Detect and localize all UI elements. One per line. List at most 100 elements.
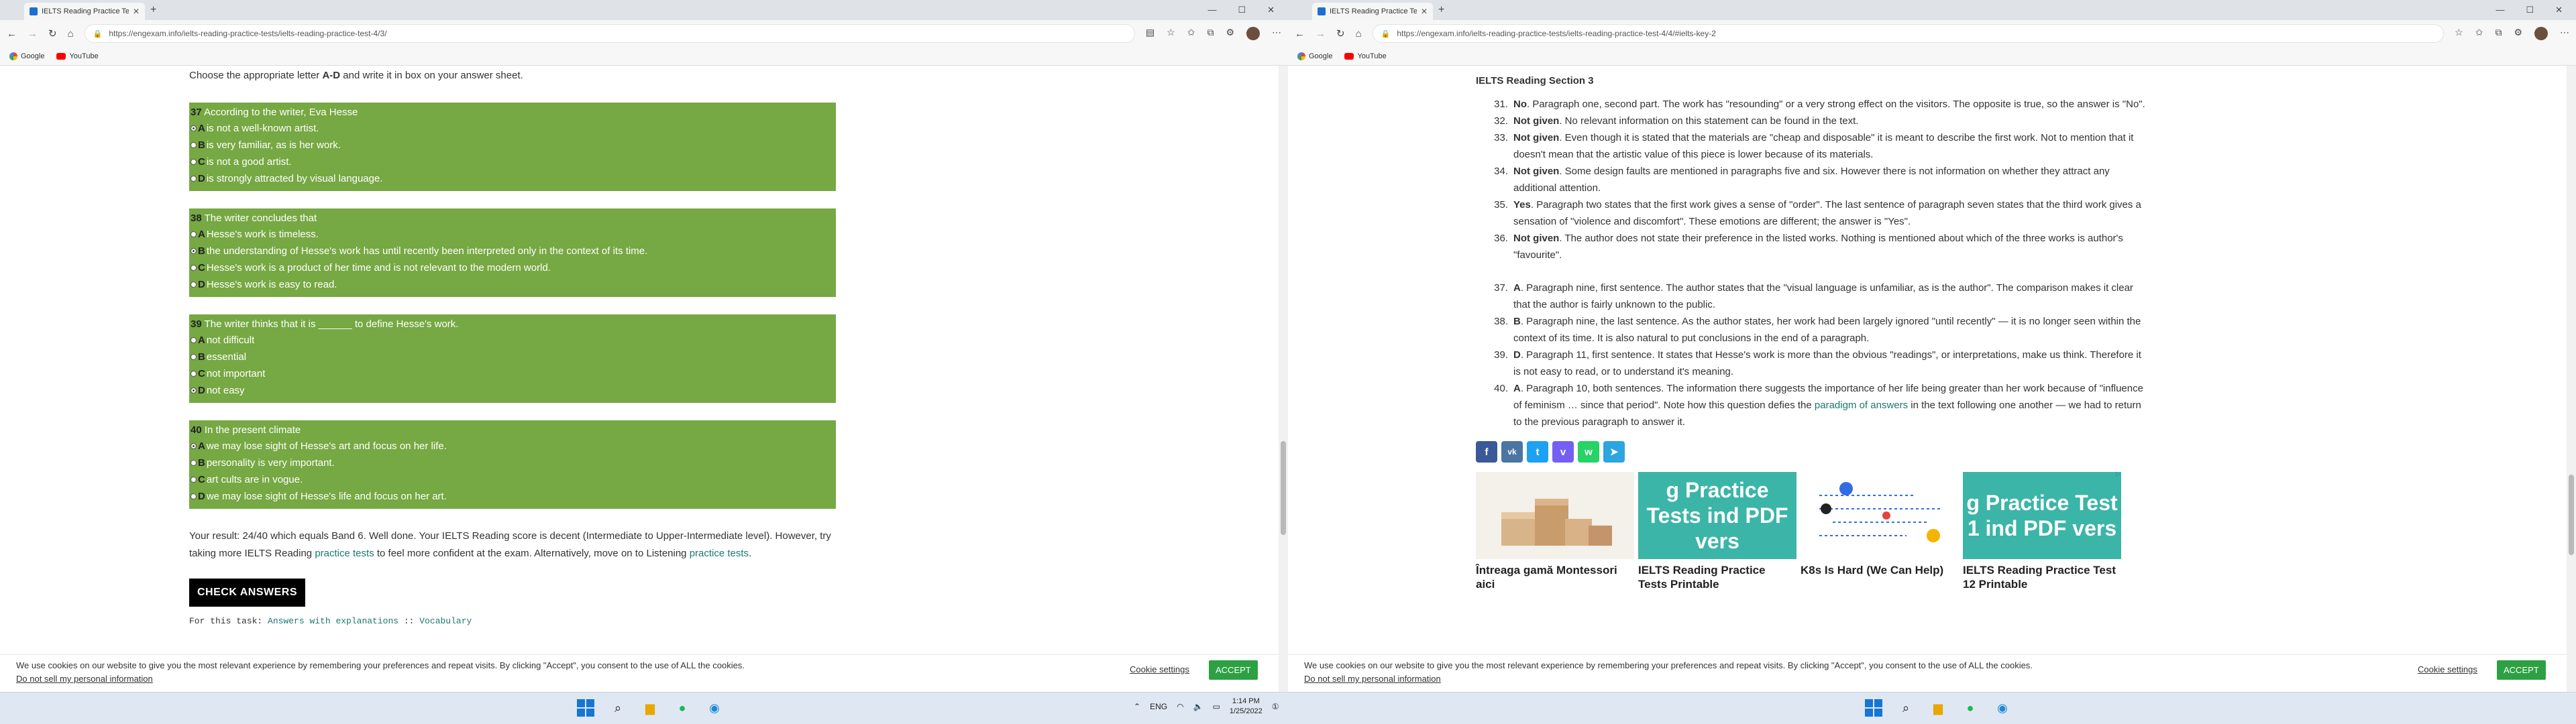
accept-button[interactable]: ACCEPT: [1209, 660, 1258, 680]
scrollbar[interactable]: [2567, 66, 2576, 692]
new-tab-icon[interactable]: +: [1438, 4, 1444, 16]
file-explorer-icon[interactable]: ▆: [641, 699, 659, 717]
answer-option[interactable]: A we may lose sight of Hesse's art and f…: [191, 438, 835, 455]
answer-option[interactable]: A not difficult: [191, 332, 835, 349]
scrollbar[interactable]: [1279, 66, 1288, 692]
answer-option[interactable]: C Hesse's work is a product of her time …: [191, 259, 835, 276]
answer-option[interactable]: B personality is very important.: [191, 455, 835, 471]
do-not-sell-link[interactable]: Do not sell my personal information: [16, 672, 861, 686]
telegram-icon[interactable]: ➤: [1603, 441, 1625, 463]
minimize-icon[interactable]: —: [2496, 5, 2504, 15]
back-icon[interactable]: ←: [7, 28, 17, 40]
close-tab-icon[interactable]: ✕: [1421, 7, 1428, 16]
browser-tab[interactable]: IELTS Reading Practice Test 4 - E... ✕: [1312, 3, 1433, 20]
answer-option[interactable]: C not important: [191, 365, 835, 382]
start-button[interactable]: [577, 699, 594, 717]
battery-icon[interactable]: ▭: [1213, 702, 1220, 711]
answer-option[interactable]: C art cults are in vogue.: [191, 471, 835, 488]
browser-tab[interactable]: IELTS Reading Practice Test 4 - E... ✕: [24, 3, 145, 20]
answer-option[interactable]: D Hesse's work is easy to read.: [191, 276, 835, 293]
answer-option[interactable]: B is very familiar, as is her work.: [191, 137, 835, 154]
radio-button[interactable]: [191, 460, 197, 466]
twitter-icon[interactable]: t: [1527, 441, 1548, 463]
paradigm-of-answers-link[interactable]: paradigm of answers: [1815, 400, 1908, 411]
bookmark-google[interactable]: Google: [1297, 52, 1332, 60]
edge-icon[interactable]: ◉: [1994, 699, 2011, 717]
clock[interactable]: 1:14 PM 1/25/2022: [1230, 697, 1263, 717]
scrollbar-thumb[interactable]: [1281, 441, 1286, 535]
home-icon[interactable]: ⌂: [68, 28, 74, 40]
reader-view-icon[interactable]: ▤: [1146, 27, 1155, 40]
language-indicator[interactable]: ENG: [1150, 702, 1167, 711]
answer-option[interactable]: A Hesse's work is timeless.: [191, 226, 835, 243]
practice-tests-link[interactable]: practice tests: [315, 548, 374, 559]
listening-practice-tests-link[interactable]: practice tests: [690, 548, 749, 559]
answer-option[interactable]: C is not a good artist.: [191, 154, 835, 170]
scrollbar-thumb[interactable]: [2569, 475, 2574, 555]
answers-explanations-link[interactable]: Answers with explanations: [268, 616, 398, 626]
more-menu-icon[interactable]: ⋯: [2560, 27, 2569, 40]
more-menu-icon[interactable]: ⋯: [1272, 27, 1281, 40]
vk-icon[interactable]: vk: [1501, 441, 1523, 463]
extensions-icon[interactable]: ⚙: [1226, 27, 1234, 40]
cookie-settings-link[interactable]: Cookie settings: [1130, 664, 1189, 674]
cookie-settings-link[interactable]: Cookie settings: [2418, 664, 2477, 674]
close-window-icon[interactable]: ✕: [1267, 5, 1275, 15]
close-window-icon[interactable]: ✕: [2555, 5, 2563, 15]
answer-option[interactable]: D not easy: [191, 382, 835, 399]
collections-icon[interactable]: ⧉: [1207, 27, 1214, 40]
answer-option[interactable]: D is strongly attracted by visual langua…: [191, 170, 835, 187]
answer-option[interactable]: D we may lose sight of Hesse's life and …: [191, 488, 835, 505]
profile-avatar[interactable]: [1246, 27, 1260, 40]
radio-button[interactable]: [191, 282, 197, 288]
address-bar[interactable]: 🔒 https://engexam.info/ielts-reading-pra…: [84, 24, 1135, 43]
radio-button[interactable]: [191, 493, 197, 499]
ad-card[interactable]: g Practice Test 1 ind PDF vers IELTS Rea…: [1963, 472, 2121, 591]
answer-option[interactable]: A is not a well-known artist.: [191, 120, 835, 137]
wifi-icon[interactable]: ◠: [1177, 702, 1183, 711]
spotify-icon[interactable]: ●: [1962, 699, 1979, 717]
forward-icon[interactable]: →: [1316, 28, 1326, 40]
notification-icon[interactable]: ①: [1272, 702, 1279, 711]
chevron-up-icon[interactable]: ⌃: [1134, 702, 1140, 711]
radio-button[interactable]: [191, 387, 197, 394]
ad-card[interactable]: g Practice Tests ind PDF vers IELTS Read…: [1638, 472, 1796, 591]
radio-button[interactable]: [191, 354, 197, 360]
answer-option[interactable]: B the understanding of Hesse's work has …: [191, 243, 835, 259]
vocabulary-link[interactable]: Vocabulary: [419, 616, 472, 626]
whatsapp-icon[interactable]: w: [1578, 441, 1599, 463]
radio-button[interactable]: [191, 176, 197, 182]
minimize-icon[interactable]: —: [1208, 5, 1216, 15]
radio-button[interactable]: [191, 337, 197, 343]
back-icon[interactable]: ←: [1295, 28, 1305, 40]
new-tab-icon[interactable]: +: [150, 4, 156, 16]
search-icon[interactable]: ⌕: [609, 699, 627, 717]
ad-card[interactable]: K8s Is Hard (We Can Help): [1801, 472, 1959, 591]
check-answers-button[interactable]: CHECK ANSWERS: [189, 579, 306, 607]
volume-icon[interactable]: 🔈: [1193, 702, 1203, 711]
home-icon[interactable]: ⌂: [1356, 28, 1362, 40]
refresh-icon[interactable]: ↻: [48, 27, 57, 40]
radio-button[interactable]: [191, 248, 197, 254]
extensions-icon[interactable]: ⚙: [2514, 27, 2522, 40]
forward-icon[interactable]: →: [28, 28, 38, 40]
radio-button[interactable]: [191, 125, 197, 131]
search-icon[interactable]: ⌕: [1897, 699, 1915, 717]
adchoices-icon[interactable]: ▷: [2116, 471, 2124, 479]
radio-button[interactable]: [191, 159, 197, 165]
radio-button[interactable]: [191, 142, 197, 148]
accept-button[interactable]: ACCEPT: [2497, 660, 2546, 680]
edge-icon[interactable]: ◉: [706, 699, 723, 717]
start-button[interactable]: [1865, 699, 1882, 717]
answer-option[interactable]: B essential: [191, 349, 835, 365]
favorite-star-icon[interactable]: ☆: [2455, 27, 2463, 40]
radio-button[interactable]: [191, 231, 197, 237]
maximize-icon[interactable]: ☐: [2526, 5, 2534, 15]
file-explorer-icon[interactable]: ▆: [1929, 699, 1947, 717]
radio-button[interactable]: [191, 443, 197, 449]
radio-button[interactable]: [191, 477, 197, 483]
radio-button[interactable]: [191, 371, 197, 377]
refresh-icon[interactable]: ↻: [1336, 27, 1345, 40]
do-not-sell-link[interactable]: Do not sell my personal information: [1304, 672, 2149, 686]
collections-icon[interactable]: ⧉: [2495, 27, 2502, 40]
